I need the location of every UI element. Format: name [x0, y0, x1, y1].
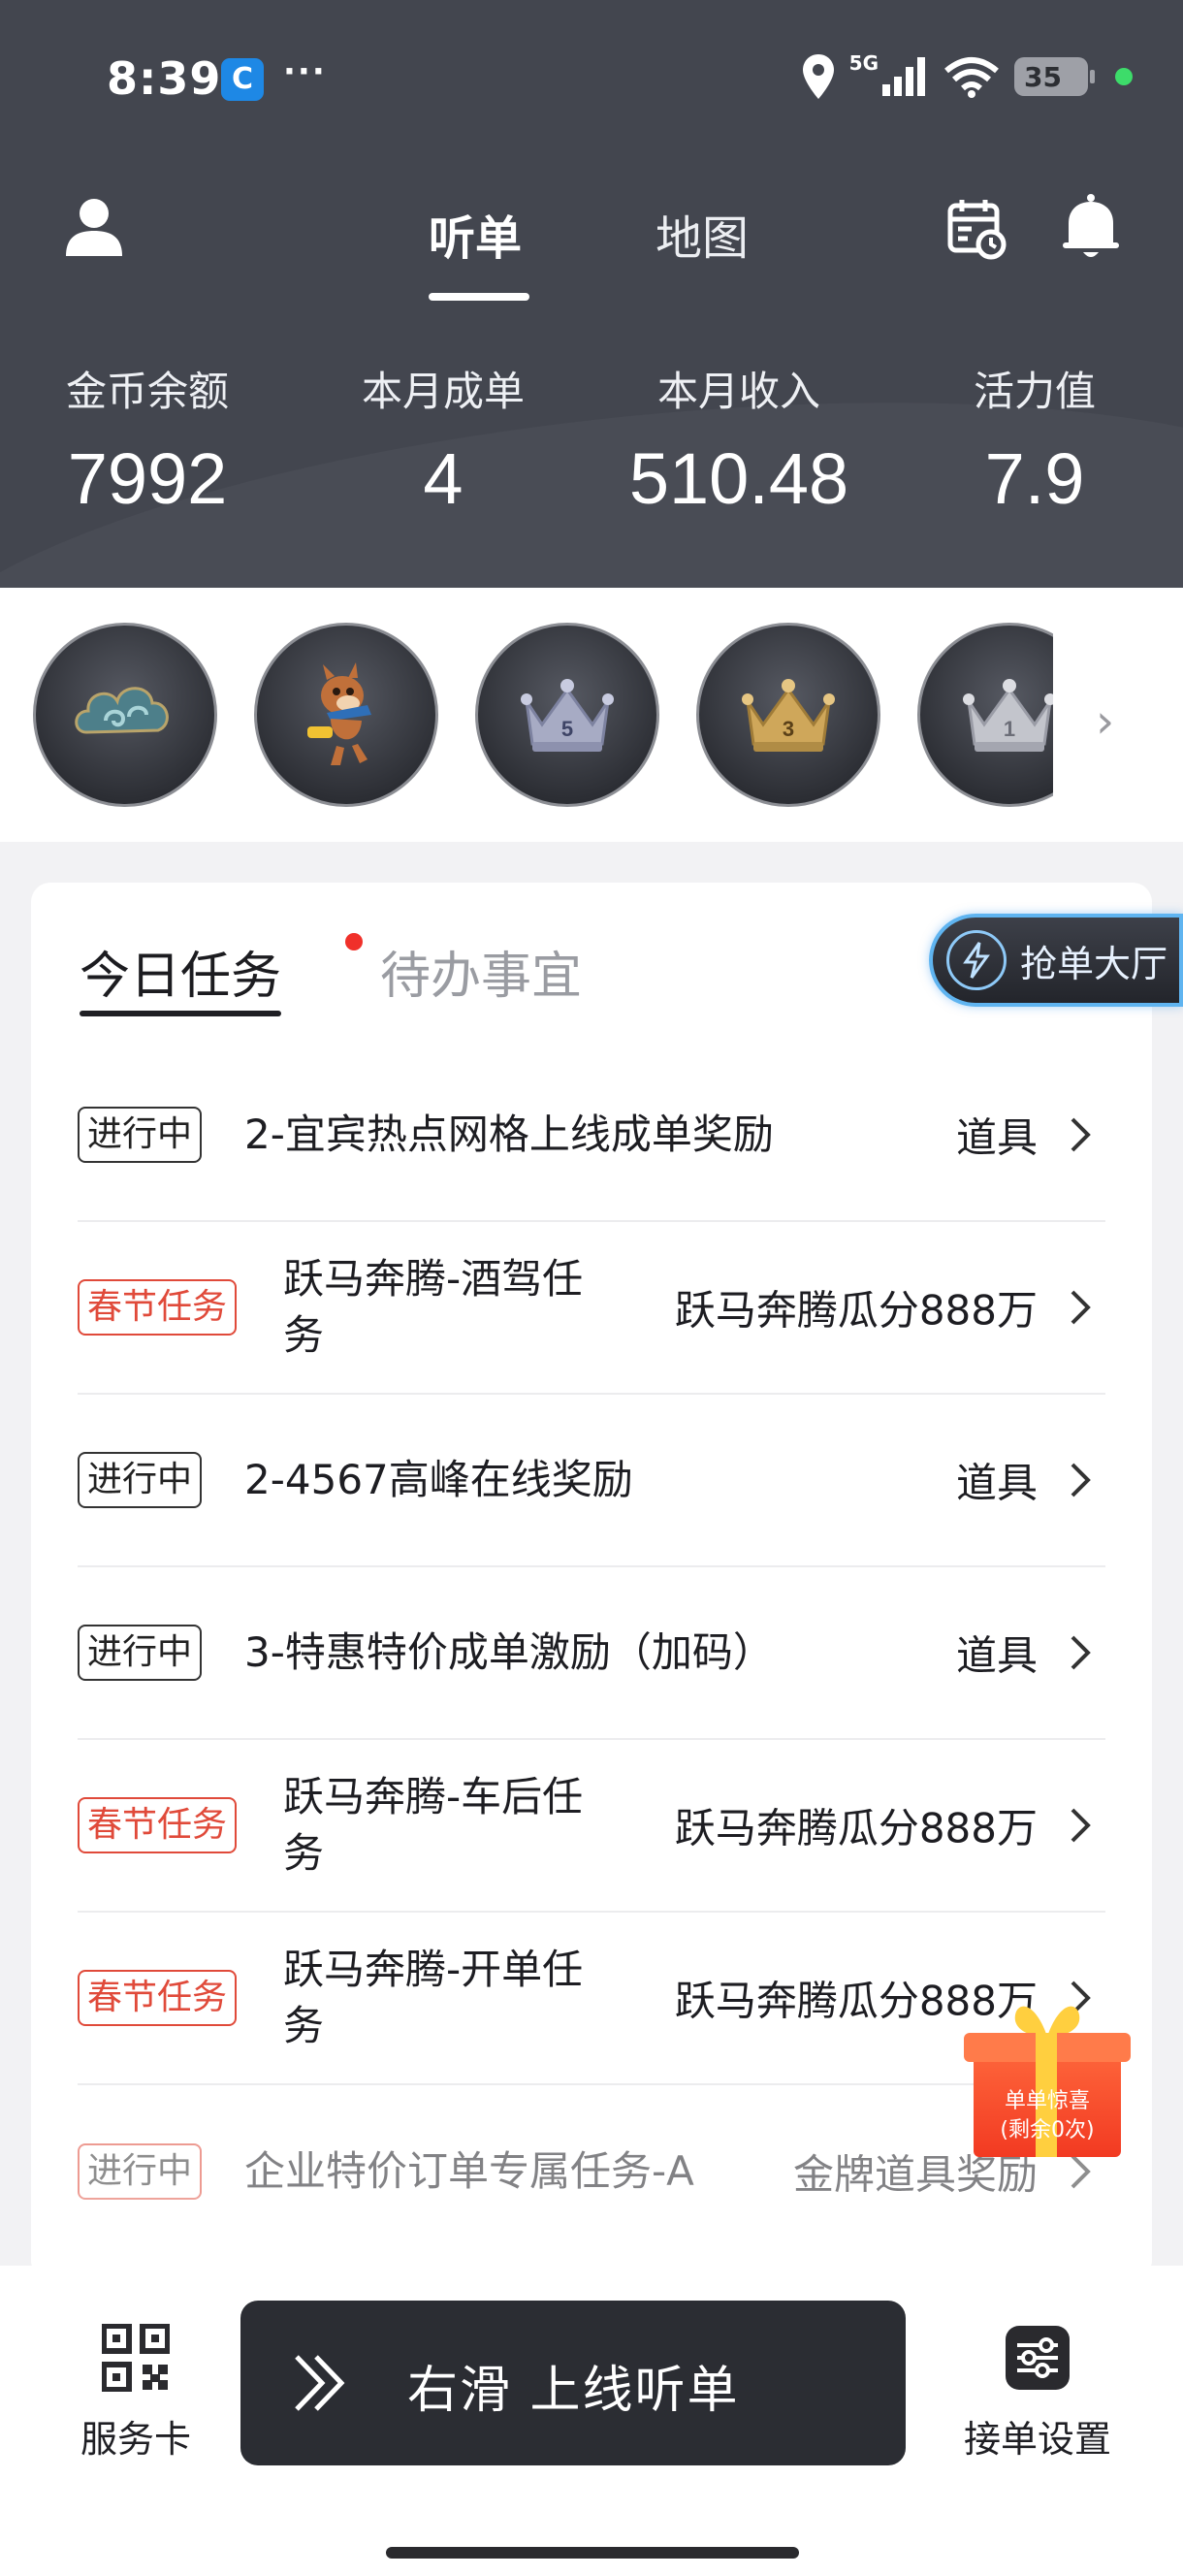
app-notification-icon: C: [221, 58, 264, 101]
bottom-bar: 服务卡 右滑 上线听单 接单设置: [0, 2266, 1183, 2576]
task-title: 跃马奔腾-车后任务: [283, 1773, 584, 1877]
avatar-icon[interactable]: [60, 194, 128, 262]
stat-monthly-income[interactable]: 本月收入 510.48: [593, 359, 884, 520]
task-title: 2-4567高峰在线奖励: [244, 1456, 633, 1503]
status-badge: 春节任务: [78, 1970, 238, 2026]
chevron-right-icon: [1071, 1463, 1091, 1497]
qr-code-icon: [101, 2323, 171, 2393]
status-icons: 5G 35: [801, 51, 1133, 101]
stat-value: 7992: [67, 438, 228, 519]
chevron-right-icon: [1071, 1808, 1091, 1843]
task-row[interactable]: 春节任务 跃马奔腾-车后任务 跃马奔腾瓜分888万: [78, 1740, 1105, 1913]
tab-todo[interactable]: 待办事宜: [380, 935, 582, 1008]
stat-monthly-orders[interactable]: 本月成单 4: [298, 359, 589, 520]
crown-icon: 3: [742, 679, 835, 752]
tab-active-indicator: [429, 293, 529, 301]
gift-remaining: (剩余0次): [1000, 2118, 1095, 2142]
stat-value: 4: [423, 438, 464, 519]
stat-value: 7.9: [984, 438, 1085, 519]
task-row[interactable]: 春节任务 跃马奔腾-酒驾任务 跃马奔腾瓜分888万: [78, 1222, 1105, 1395]
stat-coin-balance[interactable]: 金币余额 7992: [2, 359, 293, 520]
gift-title: 单单惊喜: [1004, 2089, 1090, 2113]
status-bar: 8:39 C ··· 5G 35: [0, 0, 1183, 165]
calendar-icon[interactable]: [946, 198, 1008, 260]
bell-icon[interactable]: [1059, 192, 1123, 262]
order-settings-label: 接单设置: [963, 2418, 1111, 2461]
stat-label: 金币余额: [65, 368, 229, 415]
crown-icon: 1: [963, 679, 1056, 752]
stat-label: 本月成单: [361, 368, 525, 415]
double-chevron-right-icon: [295, 2355, 345, 2411]
stat-label: 本月收入: [656, 368, 820, 415]
stats-row: 金币余额 7992 本月成单 4 本月收入 510.48 活力值 7.9: [0, 359, 1183, 533]
network-type: 5G: [848, 51, 879, 75]
task-title: 跃马奔腾-开单任务: [283, 1946, 584, 2049]
status-badge: 进行中: [78, 1107, 203, 1163]
crown-level: 1: [1004, 717, 1015, 741]
status-badge: 进行中: [78, 1452, 203, 1508]
order-settings-button[interactable]: 接单设置: [941, 2324, 1135, 2463]
stat-vitality[interactable]: 活力值 7.9: [889, 359, 1180, 520]
status-time: 8:39: [107, 52, 222, 105]
tab-listen[interactable]: 听单: [429, 200, 522, 268]
battery-icon: 35: [1014, 57, 1095, 96]
chevron-right-icon: [1071, 1635, 1091, 1670]
status-badge: 春节任务: [78, 1279, 238, 1336]
service-card-label: 服务卡: [80, 2418, 191, 2461]
gold-crown-3-icon[interactable]: 3: [696, 623, 880, 807]
silver-crown-5-icon[interactable]: 5: [475, 623, 659, 807]
task-row[interactable]: 进行中 3-特惠特价成单激励（加码） 道具: [78, 1567, 1105, 1740]
crown-level: 3: [783, 717, 794, 741]
task-reward: 道具: [955, 1113, 1038, 1162]
unread-dot: [345, 933, 363, 950]
task-reward: 道具: [955, 1631, 1038, 1680]
top-nav: 听单 地图: [0, 184, 1183, 310]
more-notifications-icon: ···: [283, 52, 327, 91]
crown-icon: 5: [521, 679, 614, 752]
service-card-button[interactable]: 服务卡: [58, 2323, 213, 2463]
battery-level: 35: [1024, 60, 1062, 93]
horse-icon: [307, 662, 371, 765]
task-title: 2-宜宾热点网格上线成单奖励: [244, 1111, 774, 1158]
location-icon: [802, 54, 834, 99]
horse-mascot-badge-icon[interactable]: [254, 623, 438, 807]
grab-order-hall-label: 抢单大厅: [1020, 942, 1168, 985]
task-row[interactable]: 进行中 2-宜宾热点网格上线成单奖励 道具: [78, 1049, 1105, 1222]
status-badge: 进行中: [78, 1625, 203, 1681]
task-reward: 跃马奔腾瓜分888万: [674, 1804, 1038, 1852]
tab-active-indicator: [80, 1011, 281, 1016]
tab-today-tasks[interactable]: 今日任务: [80, 935, 281, 1008]
task-row[interactable]: 进行中 2-4567高峰在线奖励 道具: [78, 1395, 1105, 1567]
task-title: 3-特惠特价成单激励（加码）: [244, 1628, 774, 1676]
wifi-icon: [944, 57, 999, 98]
surprise-gift-button[interactable]: 单单惊喜 (剩余0次): [960, 1998, 1135, 2163]
cloud-badge-icon[interactable]: [33, 623, 217, 807]
status-badge: 春节任务: [78, 1797, 238, 1853]
badge-strip: 5 3 1 ›: [0, 588, 1183, 842]
slide-online-button[interactable]: 右滑 上线听单: [240, 2301, 906, 2465]
task-row[interactable]: 春节任务 跃马奔腾-开单任务 跃马奔腾瓜分888万: [78, 1913, 1105, 2085]
header: 8:39 C ··· 5G 35 听单 地图 金币余额 7992 本月成单 4 …: [0, 0, 1183, 588]
stat-value: 510.48: [628, 438, 849, 519]
slide-online-label: 右滑 上线听单: [407, 2362, 740, 2420]
tab-map[interactable]: 地图: [655, 200, 749, 268]
stat-label: 活力值: [973, 368, 1096, 415]
task-title: 跃马奔腾-酒驾任务: [283, 1255, 584, 1359]
chevron-right-icon: [1071, 1117, 1091, 1152]
task-reward: 道具: [955, 1459, 1038, 1507]
chevron-right-icon[interactable]: ›: [1096, 694, 1114, 749]
sliders-icon: [1006, 2326, 1070, 2390]
task-reward: 跃马奔腾瓜分888万: [674, 1286, 1038, 1335]
privacy-indicator-dot: [1115, 68, 1133, 85]
crown-level: 5: [561, 717, 573, 741]
cloud-icon: [75, 687, 169, 734]
grab-order-hall-button[interactable]: 抢单大厅: [929, 914, 1183, 1007]
signal-icon: [882, 57, 925, 96]
gift-label: 单单惊喜 (剩余0次): [974, 2087, 1121, 2145]
home-indicator[interactable]: [386, 2547, 799, 2559]
chevron-right-icon: [1071, 1290, 1091, 1325]
lightning-icon: [946, 930, 1007, 990]
